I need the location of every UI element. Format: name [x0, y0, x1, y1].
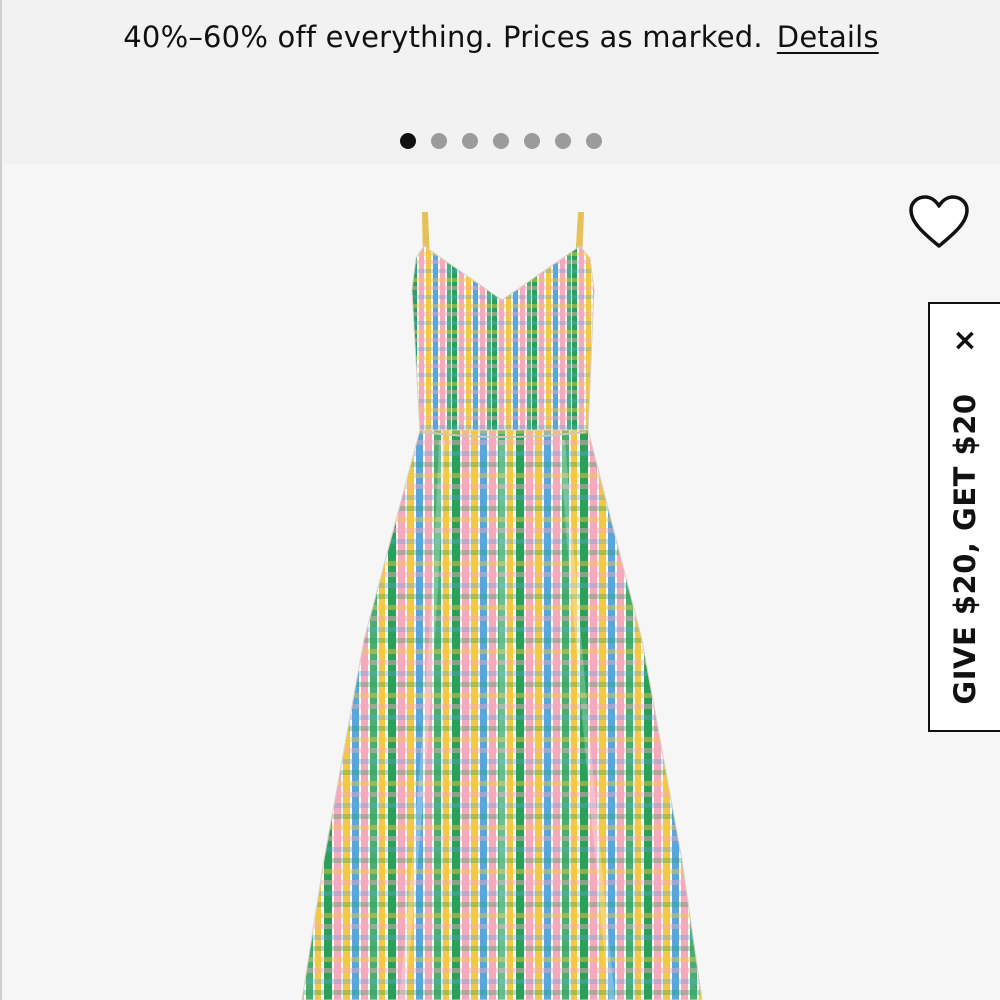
- promo-message: 40%–60% off everything. Prices as marked…: [123, 20, 763, 54]
- referral-side-tab[interactable]: × GIVE $20, GET $20: [928, 302, 1000, 732]
- wishlist-heart-icon[interactable]: [908, 194, 970, 250]
- product-image: [301, 212, 703, 1000]
- promo-banner: 40%–60% off everything. Prices as marked…: [0, 0, 1000, 164]
- carousel-dot[interactable]: [493, 133, 509, 149]
- promo-text-line: 40%–60% off everything. Prices as marked…: [2, 20, 1000, 54]
- carousel-dot[interactable]: [555, 133, 571, 149]
- carousel-dot[interactable]: [431, 133, 447, 149]
- carousel-dot[interactable]: [462, 133, 478, 149]
- product-page: 40%–60% off everything. Prices as marked…: [0, 0, 1000, 1000]
- carousel-dot[interactable]: [586, 133, 602, 149]
- carousel-dot[interactable]: [524, 133, 540, 149]
- dress-bodice: [411, 245, 595, 433]
- carousel-dots: [2, 133, 1000, 149]
- carousel-dot[interactable]: [400, 133, 416, 149]
- close-icon[interactable]: ×: [930, 326, 1000, 356]
- promo-details-link[interactable]: Details: [777, 20, 879, 54]
- product-image-area: × GIVE $20, GET $20: [0, 164, 1000, 1000]
- referral-label[interactable]: GIVE $20, GET $20: [948, 393, 982, 704]
